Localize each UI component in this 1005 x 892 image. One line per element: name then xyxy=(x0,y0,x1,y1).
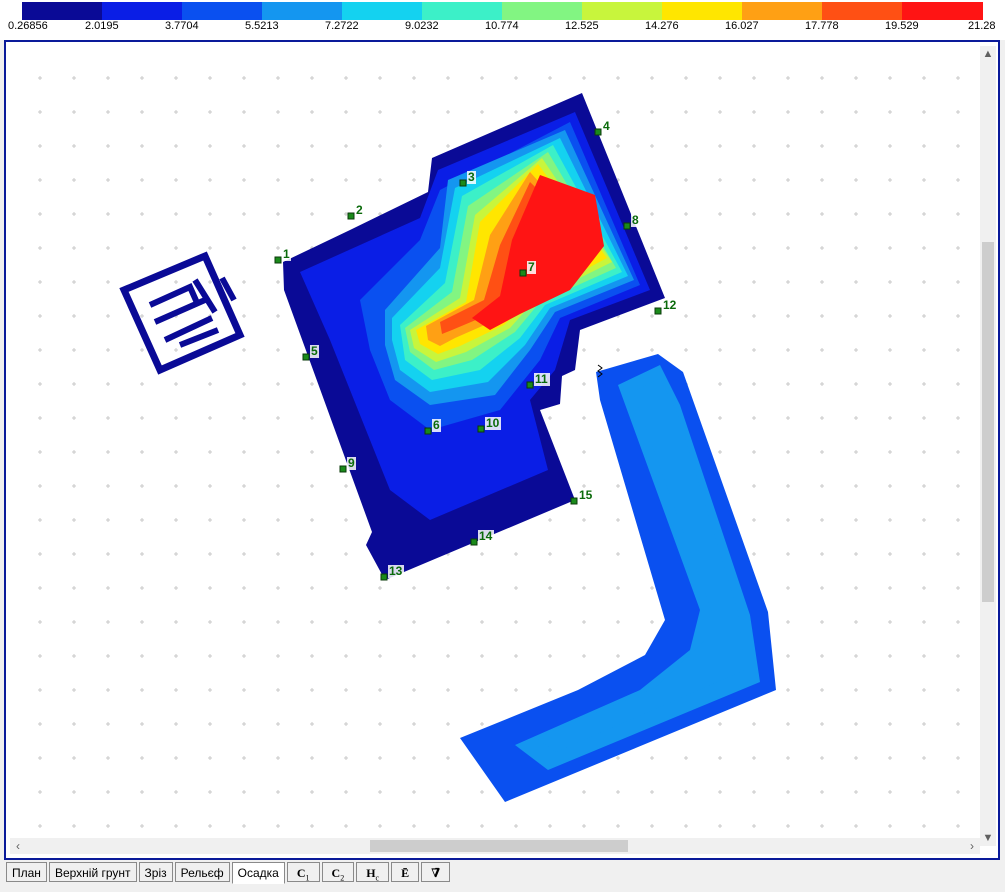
legend-tick-label: 17.778 xyxy=(805,20,839,32)
point-marker xyxy=(274,256,282,264)
point-label: 1 xyxy=(283,247,290,261)
point-marker xyxy=(339,465,347,473)
point-label: 3 xyxy=(468,170,475,184)
tab-label: Ē xyxy=(401,866,410,880)
legend-swatch xyxy=(502,2,583,20)
legend-swatch xyxy=(182,2,263,20)
point-marker xyxy=(424,427,432,435)
tab-2[interactable]: Зріз xyxy=(138,862,173,882)
point-label: 4 xyxy=(603,119,610,133)
tab-7[interactable]: Hc xyxy=(356,862,390,883)
tab-subscript: c xyxy=(375,873,380,883)
triangle-down-icon[interactable]: ▼ xyxy=(980,830,996,846)
tab-8[interactable]: Ē xyxy=(391,862,420,882)
chevron-left-icon[interactable]: ‹ xyxy=(10,838,26,854)
tab-4[interactable]: Осадка xyxy=(231,862,285,884)
point-marker xyxy=(623,222,631,230)
point-label: 6 xyxy=(433,418,440,432)
map-view: 1 2 3 4 5 6 7 8 9 10 11 12 13 14 15 ▲ ▼ ‹ › xyxy=(4,40,1000,860)
tab-subscript: 1 xyxy=(305,873,310,883)
point-label: 5 xyxy=(311,344,318,358)
tab-9[interactable]: ∇̄ xyxy=(421,862,451,882)
tab-label: ∇̄ xyxy=(431,866,441,880)
point-label: 11 xyxy=(535,372,548,386)
chevron-right-icon[interactable]: › xyxy=(964,838,980,854)
tab-5[interactable]: C1 xyxy=(286,862,320,883)
tab-label: Осадка xyxy=(237,866,279,880)
legend-tick-label: 2.0195 xyxy=(85,20,119,32)
horizontal-scroll-thumb[interactable] xyxy=(370,840,628,852)
legend-swatch xyxy=(262,2,343,20)
legend-tick-label: 12.525 xyxy=(565,20,599,32)
legend-tick-label: 19.529 xyxy=(885,20,919,32)
building-outline-left xyxy=(119,251,245,375)
point-marker xyxy=(470,538,478,546)
point-marker xyxy=(519,269,527,277)
tab-0[interactable]: План xyxy=(6,862,47,882)
triangle-up-icon[interactable]: ▲ xyxy=(980,46,996,62)
point-marker xyxy=(477,425,485,433)
legend-swatch xyxy=(742,2,823,20)
tab-label: C xyxy=(331,866,341,880)
tab-label: Зріз xyxy=(144,866,167,880)
vertical-scroll-thumb[interactable] xyxy=(982,242,994,602)
tab-subscript: 2 xyxy=(340,873,345,883)
point-marker xyxy=(654,307,662,315)
tab-label: H xyxy=(366,866,376,880)
point-marker xyxy=(347,212,355,220)
point-marker xyxy=(380,573,388,581)
point-label: 10 xyxy=(486,416,500,430)
legend-tick-label: 7.2722 xyxy=(325,20,359,32)
legend-swatch xyxy=(342,2,423,20)
legend-tick-label: 5.5213 xyxy=(245,20,279,32)
legend-swatch xyxy=(582,2,663,20)
point-label: 9 xyxy=(348,456,355,470)
tab-3[interactable]: Рельєф xyxy=(174,862,230,882)
legend-tick-label: 0.26856 xyxy=(8,20,48,32)
point-marker xyxy=(594,128,602,136)
color-legend: 0.26856 2.0195 3.7704 5.5213 7.2722 9.0232 10.… xyxy=(0,0,1005,40)
tab-label: План xyxy=(12,866,41,880)
legend-swatch xyxy=(662,2,743,20)
tab-bar: План Верхній грунт Зріз Рельєф Осадка C1 C2 Hc Ē… xyxy=(6,862,452,886)
horizontal-scrollbar[interactable]: ‹ › xyxy=(10,838,980,854)
point-label: 12 xyxy=(663,298,677,312)
tab-1[interactable]: Верхній грунт xyxy=(48,862,137,882)
tab-label: Верхній грунт xyxy=(54,866,131,880)
point-label: 15 xyxy=(579,488,593,502)
legend-tick-label: 14.276 xyxy=(645,20,679,32)
settlement-map: 123456789101112131415 xyxy=(38,76,960,828)
legend-swatch xyxy=(422,2,503,20)
legend-tick-label: 16.027 xyxy=(725,20,759,32)
legend-tick-label: 21.28 xyxy=(968,20,996,32)
vertical-scrollbar[interactable]: ▲ ▼ xyxy=(980,46,996,846)
tab-6[interactable]: C2 xyxy=(321,862,355,883)
legend-tick-label: 9.0232 xyxy=(405,20,439,32)
point-marker xyxy=(570,497,578,505)
point-marker xyxy=(302,353,310,361)
tab-label: C xyxy=(296,866,306,880)
map-canvas[interactable]: 1 2 3 4 5 6 7 8 9 10 11 12 13 14 15 xyxy=(14,50,980,846)
point-label: 7 xyxy=(528,260,535,274)
point-marker xyxy=(459,179,467,187)
point-marker xyxy=(526,381,534,389)
legend-tick-label: 3.7704 xyxy=(165,20,199,32)
tab-label: Рельєф xyxy=(180,866,224,880)
point-label: 14 xyxy=(479,529,493,543)
legend-swatch xyxy=(822,2,903,20)
legend-swatch xyxy=(902,2,983,20)
point-label: 8 xyxy=(632,213,639,227)
legend-tick-label: 10.774 xyxy=(485,20,519,32)
legend-swatch xyxy=(22,2,103,20)
legend-swatch xyxy=(102,2,183,20)
point-label: 2 xyxy=(356,203,363,217)
point-label: 13 xyxy=(389,564,403,578)
